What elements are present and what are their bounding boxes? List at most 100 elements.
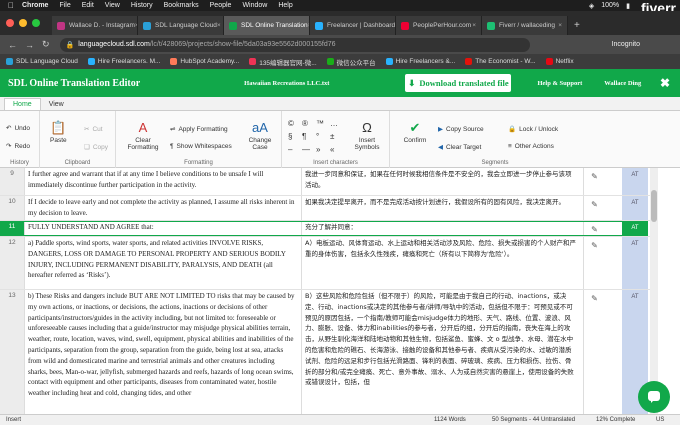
bookmark-item[interactable]: 135编辑器官网-微... <box>249 57 317 67</box>
window-minimize-icon[interactable] <box>19 19 27 27</box>
browser-tab[interactable]: Freelancer | Dashboard× <box>310 16 396 35</box>
menu-people[interactable]: People <box>210 2 232 9</box>
menu-window[interactable]: Window <box>242 2 267 9</box>
clear-target-button[interactable]: ◀ Clear Target <box>438 143 481 152</box>
menu-view[interactable]: View <box>105 2 120 9</box>
symbol-en-dash[interactable]: – <box>288 145 292 154</box>
source-text: b) These Risks and dangers include BUT A… <box>28 292 295 398</box>
cut-button[interactable]: ✂ Cut <box>84 125 103 134</box>
chat-button[interactable] <box>638 381 670 413</box>
bookmark-item[interactable]: HubSpot Academy... <box>170 58 239 65</box>
browser-tab[interactable]: Wallace D. - Instagram× <box>52 16 138 35</box>
browser-tab[interactable]: Fiverr / wallaceding × <box>482 16 568 35</box>
menu-file[interactable]: File <box>59 2 70 9</box>
vertical-scrollbar[interactable] <box>650 168 658 414</box>
segment-row[interactable]: 12 a) Paddle sports, wind sports, water … <box>0 237 680 290</box>
menu-help[interactable]: Help <box>278 2 292 9</box>
browser-tab[interactable]: SDL Language Cloud × <box>138 16 224 35</box>
redo-button[interactable]: ↷ Redo <box>6 142 30 151</box>
symbol-registered[interactable]: ® <box>302 119 308 128</box>
symbol-pilcrow[interactable]: ¶ <box>302 132 306 141</box>
menu-edit[interactable]: Edit <box>82 2 94 9</box>
bookmark-favicon-icon <box>6 58 13 65</box>
segment-row[interactable]: 10 If I decide to leave early and not co… <box>0 196 680 221</box>
paste-icon: 📋 <box>50 120 67 135</box>
show-whitespaces-button[interactable]: ¶ Show Whitespaces <box>170 143 232 150</box>
tab-view[interactable]: View <box>41 99 72 110</box>
target-text[interactable]: A）电板运动、风体育运动、水上运动和相关活动涉及风险、危险、损失或损害的个人财产… <box>305 238 577 260</box>
bookmark-item[interactable]: SDL Language Cloud <box>6 58 78 65</box>
segment-edit-icon[interactable]: ✎ <box>583 168 605 195</box>
symbol-copyright[interactable]: © <box>288 119 294 128</box>
copy-button[interactable]: ❏ Copy <box>84 143 108 152</box>
apple-icon[interactable]:  <box>8 1 14 10</box>
segment-row[interactable]: 9 I further agree and warrant that if at… <box>0 168 680 196</box>
browser-tab[interactable]: PeoplePerHour.com × <box>396 16 482 35</box>
symbol-section[interactable]: § <box>288 132 292 141</box>
paste-button[interactable]: 📋 Paste <box>50 120 67 144</box>
undo-button[interactable]: ↶ Undo <box>6 124 30 133</box>
tab-favicon-icon <box>229 21 237 30</box>
confirm-button[interactable]: ✔ Confirm <box>396 120 434 144</box>
bookmark-item[interactable]: The Economist - W... <box>465 58 536 65</box>
back-icon[interactable]: ← <box>8 40 17 50</box>
menu-bookmarks[interactable]: Bookmarks <box>164 2 199 9</box>
segment-edit-icon[interactable]: ✎ <box>583 221 605 236</box>
segment-row[interactable]: 13 b) These Risks and dangers include BU… <box>0 290 680 414</box>
battery-icon[interactable]: ▮ <box>626 2 630 10</box>
tab-home[interactable]: Home <box>4 98 41 110</box>
segments-group: ✔ Confirm ▶ Copy Source ◀ Clear Target 🔒 Loc… <box>390 111 600 168</box>
help-support-link[interactable]: Help & Support <box>537 80 582 87</box>
tab-close-icon[interactable]: × <box>558 22 562 29</box>
target-text-editing[interactable]: 充分了解并同意： <box>305 222 577 233</box>
user-name[interactable]: Wallace Ding <box>604 80 641 87</box>
window-close-icon[interactable] <box>6 19 14 27</box>
side-panel <box>658 168 680 414</box>
window-zoom-icon[interactable] <box>32 19 40 27</box>
lock-unlock-button[interactable]: 🔒 Lock / Unlock <box>508 125 558 134</box>
incognito-label[interactable]: Incognito <box>612 41 640 48</box>
tab-favicon-icon <box>143 21 151 30</box>
symbol-right-guillemet[interactable]: » <box>316 145 320 154</box>
segment-edit-icon[interactable]: ✎ <box>583 196 605 220</box>
clear-target-icon: ◀ <box>438 144 443 151</box>
bookmark-item[interactable]: Hire Freelancers &... <box>385 58 455 65</box>
wifi-icon[interactable]: ◈ <box>589 2 594 10</box>
reload-icon[interactable]: ↻ <box>42 39 50 50</box>
browser-tab-active[interactable]: SDL Online Translation× <box>224 16 310 35</box>
download-translated-button[interactable]: ⬇ Download translated file <box>405 74 512 92</box>
symbol-em-dash[interactable]: — <box>302 145 310 154</box>
bookmark-item[interactable]: Hire Freelancers. M... <box>87 58 160 65</box>
target-text[interactable]: 如果我决定提早离开，而不是完成活动按计划进行，我假设所有的固有风险，我决定离开。 <box>305 197 577 208</box>
menu-history[interactable]: History <box>131 2 153 9</box>
format-icon: ⇌ <box>170 126 176 133</box>
new-tab-icon[interactable]: + <box>574 20 580 31</box>
target-text[interactable]: B）这些风险和危险包括（但不限于）的风险，可能是由于我自己的行动、inactio… <box>305 291 577 388</box>
other-actions-button[interactable]: ≡ Other Actions <box>508 143 554 150</box>
tab-close-icon[interactable]: × <box>472 22 476 29</box>
copy-source-button[interactable]: ▶ Copy Source <box>438 125 484 134</box>
scrollbar-thumb[interactable] <box>651 190 657 222</box>
forward-icon[interactable]: → <box>25 40 34 50</box>
symbol-plusminus[interactable]: ± <box>330 132 334 141</box>
symbol-left-guillemet[interactable]: « <box>330 145 334 154</box>
bookmark-item[interactable]: 微信公众平台 <box>326 57 376 67</box>
segment-row-active[interactable]: 11 FULLY UNDERSTAND AND AGREE that: 充分了解… <box>0 221 680 237</box>
symbol-ellipsis[interactable]: … <box>330 119 338 128</box>
clear-formatting-button[interactable]: A Clear Formatting <box>122 120 164 152</box>
segment-edit-icon[interactable]: ✎ <box>583 290 605 414</box>
insert-symbols-button[interactable]: Ω Insert Symbols <box>348 120 386 152</box>
target-text[interactable]: 我进一步同意和保证，如果在任何时候我相信条件是不安全的，我会立即进一步停止参与该… <box>305 169 577 191</box>
apply-formatting-button[interactable]: ⇌ Apply Formatting <box>170 125 228 134</box>
symbol-trademark[interactable]: ™ <box>316 119 324 128</box>
bookmark-item[interactable]: Netflix <box>545 58 574 65</box>
language-indicator[interactable]: US <box>656 417 664 423</box>
segment-status-badge: AT <box>622 168 648 195</box>
tab-close-icon[interactable]: × <box>217 22 221 29</box>
change-case-button[interactable]: aA Change Case <box>244 120 276 152</box>
menu-app[interactable]: Chrome <box>22 2 48 9</box>
segment-edit-icon[interactable]: ✎ <box>583 237 605 289</box>
url-field[interactable]: 🔒 languagecloud.sdl.com /lc/t/428069/pro… <box>59 37 530 52</box>
close-editor-icon[interactable]: ✖ <box>660 76 670 90</box>
symbol-degree[interactable]: ° <box>316 132 319 141</box>
